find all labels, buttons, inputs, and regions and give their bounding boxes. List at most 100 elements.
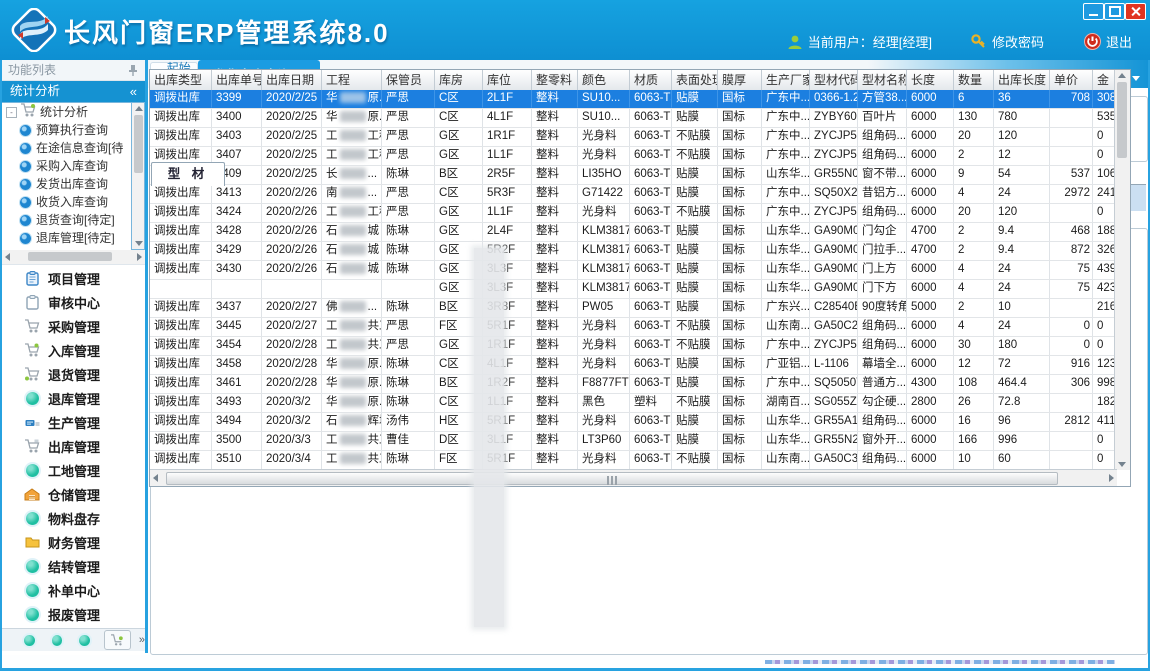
menu-item-报废管理[interactable]: 报废管理 bbox=[2, 602, 145, 626]
table-row-3407[interactable]: 调拨出库34072020/2/25工工程严思G区1L1F整料光身料6063-T5… bbox=[150, 147, 1117, 166]
tree-item-6[interactable]: 退货查询[待定] bbox=[2, 211, 131, 229]
cell-no: 3461 bbox=[212, 375, 262, 393]
table-row-3413[interactable]: 调拨出库34132020/2/26南...严思C区5R3F整料G71422606… bbox=[150, 185, 1117, 204]
column-header-长度[interactable]: 长度 bbox=[907, 70, 954, 90]
cell-no: 3403 bbox=[212, 128, 262, 146]
column-header-保管员[interactable]: 保管员 bbox=[382, 70, 435, 90]
status-watermark bbox=[765, 660, 1115, 664]
logout-button[interactable]: 退出 bbox=[1084, 32, 1132, 51]
table-row-3429[interactable]: 调拨出库34292020/2/26石城陈琳G区5R2F整料KLM38176063… bbox=[150, 242, 1117, 261]
cell-film: 国标 bbox=[718, 451, 762, 469]
column-header-型材代码[interactable]: 型材代码 bbox=[810, 70, 858, 90]
minimize-button[interactable] bbox=[1083, 3, 1104, 20]
table-row-3424[interactable]: 调拨出库34242020/2/26工工程严思G区1L1F整料光身料6063-T5… bbox=[150, 204, 1117, 223]
tree-item-7[interactable]: 退库管理[待定] bbox=[2, 229, 131, 247]
menu-item-审核中心[interactable]: 审核中心 bbox=[2, 290, 145, 314]
cell-mfr: 广东中... bbox=[762, 185, 810, 203]
menu-item-退库管理[interactable]: 退库管理 bbox=[2, 386, 145, 410]
quick-item-icon[interactable] bbox=[24, 635, 35, 646]
tree-bullet-icon bbox=[20, 161, 31, 172]
column-header-单价[interactable]: 单价 bbox=[1050, 70, 1093, 90]
table-row-3461[interactable]: 调拨出库34612020/2/28华原...陈琳B区1R2F整料F8877FT6… bbox=[150, 375, 1117, 394]
menu-item-财务管理[interactable]: 财务管理 bbox=[2, 530, 145, 554]
quick-item-icon[interactable] bbox=[79, 635, 90, 646]
blurred-text bbox=[340, 358, 366, 369]
quick-item-icon[interactable] bbox=[52, 635, 63, 646]
column-header-生产厂家[interactable]: 生产厂家 bbox=[762, 70, 810, 90]
tree-item-5[interactable]: 收货入库查询 bbox=[2, 193, 131, 211]
table-row-3403[interactable]: 调拨出库34032020/2/25工工程严思G区1R1F整料光身料6063-T5… bbox=[150, 128, 1117, 147]
tree-item-3[interactable]: 采购入库查询 bbox=[2, 157, 131, 175]
table-row-3493[interactable]: 调拨出库34932020/3/2华原...陈琳C区1L1F整料黑色塑料不贴膜国标… bbox=[150, 394, 1117, 413]
menu-item-退货管理[interactable]: 退货管理 bbox=[2, 362, 145, 386]
column-header-出库长度[interactable]: 出库长度 bbox=[994, 70, 1050, 90]
cell-qty: 6 bbox=[954, 90, 994, 108]
cart-quick-button[interactable] bbox=[104, 630, 131, 650]
column-header-整零料[interactable]: 整零料 bbox=[532, 70, 578, 90]
tree-root-statistics[interactable]: - 统计分析 bbox=[2, 103, 131, 121]
material-tab-1[interactable]: 型 材 bbox=[151, 162, 225, 186]
table-row-continuation[interactable]: G区3L3F整料KLM38176063-T5贴膜国标山东华...GA90M09.… bbox=[150, 280, 1117, 299]
column-header-表面处理[interactable]: 表面处理 bbox=[672, 70, 718, 90]
table-horizontal-scrollbar[interactable] bbox=[150, 469, 1117, 486]
tree-vertical-scrollbar[interactable] bbox=[131, 102, 145, 250]
cell-price: 2812 bbox=[1050, 413, 1093, 431]
column-header-库房[interactable]: 库房 bbox=[435, 70, 483, 90]
pin-icon[interactable] bbox=[127, 64, 139, 77]
cell-whole: 整料 bbox=[532, 128, 578, 146]
column-header-库位[interactable]: 库位 bbox=[483, 70, 532, 90]
table-row-3400[interactable]: 调拨出库34002020/2/25华原...严思C区4L1F整料SU10...6… bbox=[150, 109, 1117, 128]
table-vertical-scrollbar[interactable] bbox=[1114, 70, 1130, 470]
cell-keeper: 陈琳 bbox=[382, 451, 435, 469]
menu-item-结转管理[interactable]: 结转管理 bbox=[2, 554, 145, 578]
table-row-3510[interactable]: 调拨出库35102020/3/4工共工程陈琳F区5R1F整料光身料6063-T5… bbox=[150, 451, 1117, 470]
tree-item-4[interactable]: 发货出库查询 bbox=[2, 175, 131, 193]
column-header-材质[interactable]: 材质 bbox=[630, 70, 672, 90]
cell-film: 国标 bbox=[718, 299, 762, 317]
column-header-出库单号[interactable]: 出库单号 bbox=[212, 70, 262, 90]
table-row-3399[interactable]: 调拨出库33992020/2/25华原...严思C区2L1F整料SU10...6… bbox=[150, 90, 1117, 109]
menu-item-工地管理[interactable]: 工地管理 bbox=[2, 458, 145, 482]
menu-item-出库管理[interactable]: 出库管理 bbox=[2, 434, 145, 458]
menu-item-生产管理[interactable]: 生产管理 bbox=[2, 410, 145, 434]
table-row-3454[interactable]: 调拨出库34542020/2/28工共工程严思G区1R1F整料光身料6063-T… bbox=[150, 337, 1117, 356]
cell-type: 调拨出库 bbox=[150, 128, 212, 146]
change-password-button[interactable]: 修改密码 bbox=[970, 32, 1044, 51]
column-header-型材名称[interactable]: 型材名称 bbox=[858, 70, 907, 90]
menu-item-入库管理[interactable]: 入库管理 bbox=[2, 338, 145, 362]
close-button[interactable] bbox=[1125, 3, 1146, 20]
column-header-出库日期[interactable]: 出库日期 bbox=[262, 70, 322, 90]
menu-item-补单中心[interactable]: 补单中心 bbox=[2, 578, 145, 602]
tab-list-dropdown-icon[interactable] bbox=[1132, 76, 1140, 81]
table-row-3409[interactable]: 调拨出库34092020/2/25长...陈琳B区2R5F整料LI35HO606… bbox=[150, 166, 1117, 185]
cell-whole: 整料 bbox=[532, 204, 578, 222]
maximize-button[interactable] bbox=[1104, 3, 1125, 20]
table-row-3430[interactable]: 调拨出库34302020/2/26石城陈琳G区3L3F整料KLM38176063… bbox=[150, 261, 1117, 280]
column-header-工程[interactable]: 工程 bbox=[322, 70, 382, 90]
menu-item-仓储管理[interactable]: 仓储管理 bbox=[2, 482, 145, 506]
sidebar-section-header[interactable]: 统计分析 « bbox=[2, 81, 145, 102]
tree-item-2[interactable]: 在途信息查询[待 bbox=[2, 139, 131, 157]
cell-name: 普通方... bbox=[858, 375, 907, 393]
collapse-icon[interactable]: « bbox=[130, 81, 137, 102]
column-header-颜色[interactable]: 颜色 bbox=[578, 70, 630, 90]
menu-item-物料盘存[interactable]: 物料盘存 bbox=[2, 506, 145, 530]
table-row-3437[interactable]: 调拨出库34372020/2/27佛...陈琳B区3R8F整料PW056063-… bbox=[150, 299, 1117, 318]
tree-horizontal-scrollbar[interactable] bbox=[2, 250, 145, 265]
column-header-数量[interactable]: 数量 bbox=[954, 70, 994, 90]
table-row-3494[interactable]: 调拨出库34942020/3/2石辉城汤伟H区5R1F整料光身料6063-T5贴… bbox=[150, 413, 1117, 432]
menu-item-项目管理[interactable]: 项目管理 bbox=[2, 266, 145, 290]
table-row-3428[interactable]: 调拨出库34282020/2/26石城陈琳G区2L4F整料KLM38176063… bbox=[150, 223, 1117, 242]
cell-type: 调拨出库 bbox=[150, 432, 212, 450]
cell-no: 3445 bbox=[212, 318, 262, 336]
cell-len: 6000 bbox=[907, 451, 954, 469]
column-header-出库类型[interactable]: 出库类型 bbox=[150, 70, 212, 90]
tree-expander-icon[interactable]: - bbox=[6, 107, 17, 118]
menu-item-采购管理[interactable]: 采购管理 bbox=[2, 314, 145, 338]
tree-item-1[interactable]: 预算执行查询 bbox=[2, 121, 131, 139]
cell-surf: 不贴膜 bbox=[672, 337, 718, 355]
table-row-3458[interactable]: 调拨出库34582020/2/28华原...陈琳C区4L1F整料光身料6063-… bbox=[150, 356, 1117, 375]
column-header-膜厚[interactable]: 膜厚 bbox=[718, 70, 762, 90]
table-row-3500[interactable]: 调拨出库35002020/3/3工共工程曹佳D区3L1F整料LT3P606063… bbox=[150, 432, 1117, 451]
table-row-3445[interactable]: 调拨出库34452020/2/27工共工程严思F区5R1F整料光身料6063-T… bbox=[150, 318, 1117, 337]
